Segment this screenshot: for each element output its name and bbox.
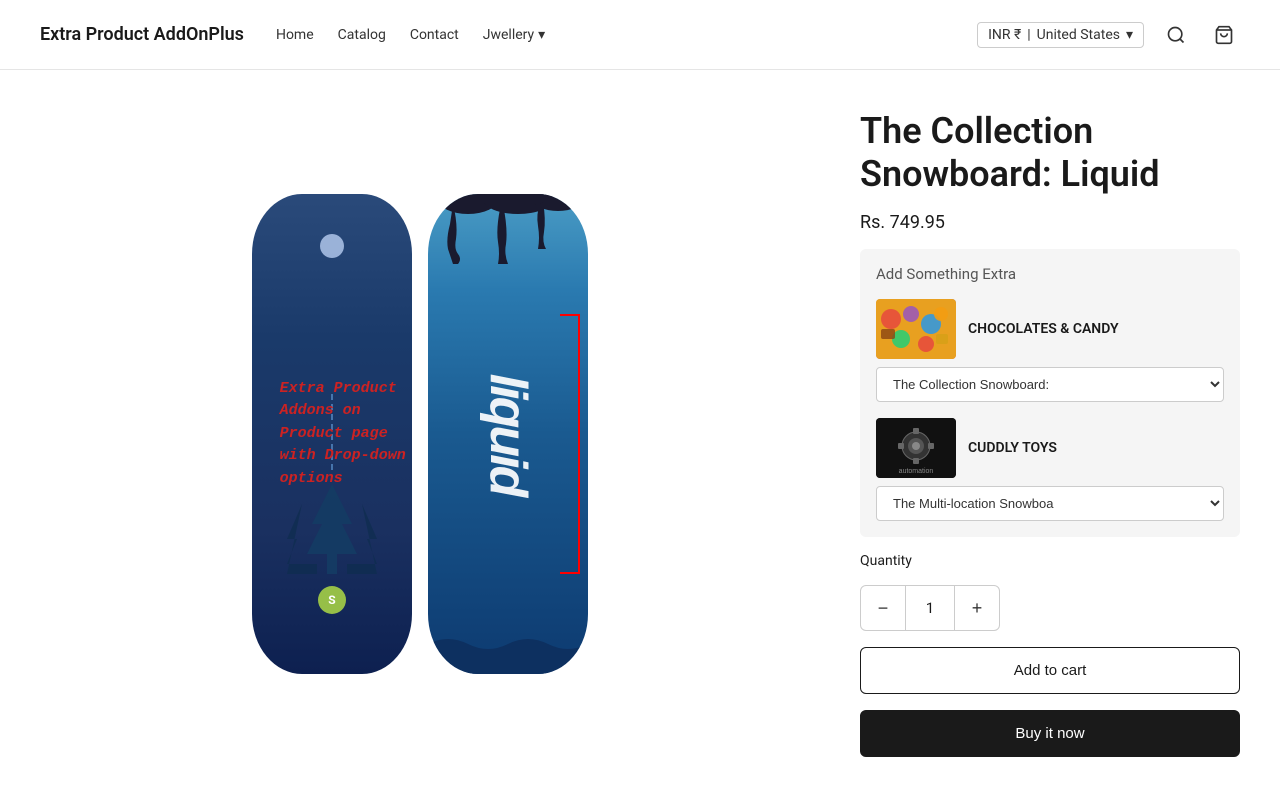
header-left: Extra Product AddOnPlus Home Catalog Con… — [40, 24, 545, 45]
nav-jwellery[interactable]: Jwellery ▾ — [483, 27, 545, 43]
nav-home[interactable]: Home — [276, 27, 314, 43]
cart-icon — [1214, 25, 1234, 45]
main-content: S liquid — [0, 70, 1280, 797]
cuddly-select[interactable]: The Collection Snowboard: The Multi-loca… — [876, 486, 1224, 521]
addon-item-cuddly: automation CUDDLY TOYS The Collection Sn… — [876, 418, 1224, 521]
cuddly-image: automation — [876, 418, 956, 478]
header-right: INR ₹ | United States ▾ — [977, 19, 1240, 51]
quantity-section: Quantity — [860, 553, 1240, 569]
buy-now-button[interactable]: Buy it now — [860, 710, 1240, 757]
chevron-down-icon: ▾ — [538, 27, 545, 43]
product-image-section: S liquid — [0, 70, 840, 797]
product-price: Rs. 749.95 — [860, 212, 1240, 233]
search-button[interactable] — [1160, 19, 1192, 51]
add-to-cart-button[interactable]: Add to cart — [860, 647, 1240, 694]
chevron-down-icon: ▾ — [1126, 27, 1133, 43]
drip-decoration — [428, 194, 588, 264]
addon-item-header-chocolates: Chocolates & Candy — [876, 299, 1224, 359]
shopify-badge: S — [318, 586, 346, 614]
addon-section-title: Add Something Extra — [876, 265, 1224, 283]
product-title: The Collection Snowboard: Liquid — [860, 110, 1240, 196]
svg-text:automation: automation — [899, 468, 934, 475]
addon-item-chocolates: Chocolates & Candy The Collection Snowbo… — [876, 299, 1224, 402]
nav-catalog[interactable]: Catalog — [338, 27, 386, 43]
bottom-drip — [428, 624, 588, 674]
snowboards-container: S liquid — [252, 194, 588, 674]
currency-label: INR ₹ — [988, 27, 1021, 43]
chocolates-image — [876, 299, 956, 359]
main-nav: Home Catalog Contact Jwellery ▾ — [276, 27, 545, 43]
brand-name[interactable]: Extra Product AddOnPlus — [40, 24, 244, 45]
addon-section: Add Something Extra — [860, 249, 1240, 537]
moon-decoration — [320, 234, 344, 258]
liquid-text: liquid — [478, 373, 538, 494]
cuddly-img-bg: automation — [876, 418, 956, 478]
cuddly-visual: automation — [876, 418, 956, 478]
chocolates-name: Chocolates & Candy — [968, 321, 1119, 337]
addon-overlay-text: Extra ProductAddons onProduct pagewith D… — [280, 377, 480, 490]
quantity-control: − 1 + — [860, 585, 1000, 631]
region-label: United States — [1037, 27, 1120, 43]
chocolates-img-bg — [876, 299, 956, 359]
cart-button[interactable] — [1208, 19, 1240, 51]
cuddly-name: CUDDLY TOYS — [968, 440, 1057, 456]
quantity-increase-button[interactable]: + — [955, 586, 999, 630]
quantity-label: Quantity — [860, 553, 1240, 569]
chocolates-select[interactable]: The Collection Snowboard: The Multi-loca… — [876, 367, 1224, 402]
quantity-display: 1 — [905, 586, 955, 630]
bracket-right — [560, 314, 580, 574]
separator: | — [1027, 27, 1030, 43]
currency-region-selector[interactable]: INR ₹ | United States ▾ — [977, 22, 1144, 48]
search-icon — [1166, 25, 1186, 45]
product-info-section: The Collection Snowboard: Liquid Rs. 749… — [840, 70, 1280, 797]
quantity-decrease-button[interactable]: − — [861, 586, 905, 630]
addon-item-header-cuddly: automation CUDDLY TOYS — [876, 418, 1224, 478]
nav-contact[interactable]: Contact — [410, 27, 459, 43]
chocolates-visual — [876, 299, 956, 359]
site-header: Extra Product AddOnPlus Home Catalog Con… — [0, 0, 1280, 70]
